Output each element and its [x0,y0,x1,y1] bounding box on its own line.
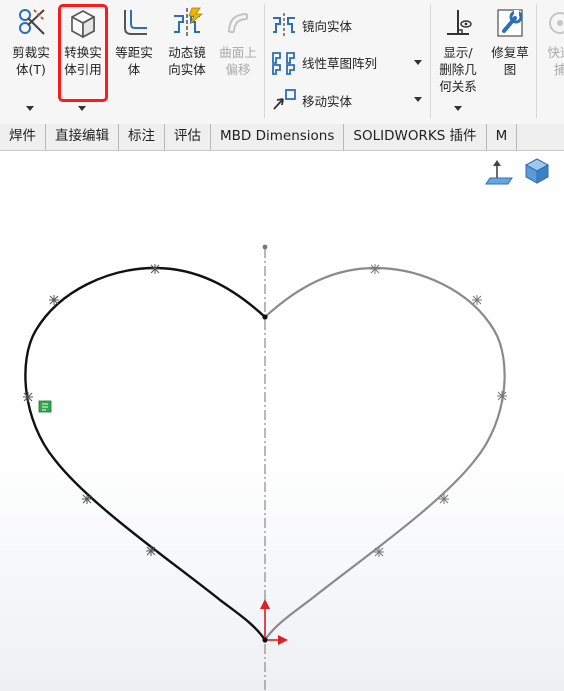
ribbon-separator [536,4,537,118]
spline-points-right[interactable] [370,264,507,557]
command-manager-ribbon: 剪裁实 体(T) 转换实 体引用 等距实 体 动态镜 向实体 曲面上 偏移 镜向… [0,0,564,125]
trim-entities-button[interactable]: 剪裁实 体(T) [6,6,56,78]
dynamic-mirror-icon [174,7,204,38]
quick-snaps-label: 快速 捕 [547,45,564,77]
command-manager-tabs: 焊件 直接编辑 标注 评估 MBD Dimensions SOLIDWORKS … [0,124,564,151]
linear-pattern-button[interactable]: 线性草图阵列 [270,49,377,75]
linear-pattern-dropdown-caret[interactable] [414,60,422,65]
repair-sketch-icon [497,9,523,37]
repair-sketch-button[interactable]: 修复草 图 [486,6,534,78]
quick-snaps-icon [549,12,564,34]
quick-snaps-button[interactable]: 快速 捕 [540,6,564,78]
trim-dropdown-caret[interactable] [26,106,34,111]
tab-more[interactable]: M [487,124,518,150]
offset-entities-button[interactable]: 等距实 体 [110,6,158,78]
tab-solidworks-addins[interactable]: SOLIDWORKS 插件 [344,124,487,150]
normal-to-icon[interactable] [485,160,513,185]
tab-weldments[interactable]: 焊件 [0,124,46,150]
ribbon-separator [264,4,265,118]
mirror-entities-icon [273,13,295,37]
linear-pattern-label: 线性草图阵列 [302,55,378,71]
tab-direct-editing[interactable]: 直接编辑 [46,124,119,150]
display-delete-relations-icon [447,10,472,35]
move-dropdown-caret[interactable] [414,97,422,102]
tab-mbd-dimensions[interactable]: MBD Dimensions [211,124,345,150]
tab-evaluate[interactable]: 评估 [165,124,211,150]
view-cube-icon[interactable] [524,158,550,184]
trim-entities-icon [19,9,45,35]
sketch-canvas [23,158,550,691]
move-entities-label: 移动实体 [302,93,353,109]
centerline-endpoint [262,244,268,250]
dynamic-mirror-button[interactable]: 动态镜 向实体 [162,6,212,78]
mirrored-heart-spline[interactable] [264,266,506,641]
repair-sketch-label: 修复草 图 [491,45,529,77]
highlight-box [58,4,108,102]
ribbon-separator [430,4,431,118]
cusp-point[interactable] [262,314,268,320]
convert-dropdown-caret[interactable] [78,106,86,111]
display-delete-relations-button[interactable]: 显示/ 删除几 何关系 [434,6,482,95]
mirror-entities-label: 镜向实体 [302,18,353,34]
graphics-area[interactable] [0,151,564,691]
offset-on-surface-icon [228,13,248,33]
offset-on-surface-button[interactable]: 曲面上 偏移 [214,6,262,78]
dynamic-mirror-label: 动态镜 向实体 [168,45,206,77]
offset-entities-icon [124,10,147,35]
move-entities-icon [273,89,296,110]
move-entities-button[interactable]: 移动实体 [270,87,352,113]
sketch-origin-icon[interactable] [260,599,288,645]
relations-dropdown-caret[interactable] [454,106,462,111]
heart-spline[interactable] [24,266,266,641]
linear-pattern-icon [272,52,295,75]
trim-entities-label: 剪裁实 体(T) [12,45,50,77]
offset-on-surface-label: 曲面上 偏移 [219,45,257,77]
tab-annotation[interactable]: 标注 [119,124,165,150]
display-delete-relations-label: 显示/ 删除几 何关系 [439,45,477,94]
relation-badge-icon[interactable] [38,400,52,413]
mirror-entities-button[interactable]: 镜向实体 [270,12,352,38]
offset-entities-label: 等距实 体 [115,45,153,77]
